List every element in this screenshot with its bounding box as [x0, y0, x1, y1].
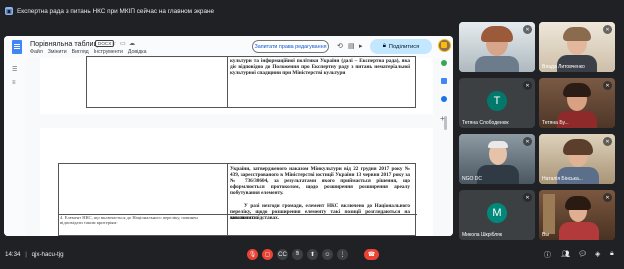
contacts-icon[interactable]	[441, 78, 447, 84]
menu-edit[interactable]: Змінити	[48, 49, 67, 55]
docs-menu-bar: Файл Змінити Вигляд Інструменти Довідка	[30, 49, 147, 55]
participant-name: Влада Литовченко	[542, 64, 585, 70]
banner-text: Експертна рада з питань НКС при МКІП сей…	[17, 7, 215, 15]
comments-icon[interactable]: ▤	[348, 42, 355, 50]
participant-name: Тетяна Слободенюк	[462, 120, 509, 126]
doc-text-left-row: 4. Елемент НКС, що включається до Націон…	[60, 215, 198, 226]
table-divider	[227, 164, 228, 235]
participant-name: Вы	[542, 232, 549, 238]
docs-logo-icon[interactable]	[12, 40, 22, 54]
doc-page-1: культури та інформаційної політики Украї…	[40, 56, 433, 114]
meeting-details-icon[interactable]: ⓘ	[544, 250, 551, 260]
participant-name: NGO DC	[462, 176, 482, 182]
meet-control-bar: 14:34 | qjx-hacu-tjg 🎙︎ ▢ CC ✋︎ ⬆ ☺ ⋮ ☎ …	[0, 241, 624, 269]
doc-title[interactable]: Порівняльна таблиця	[30, 39, 102, 48]
menu-file[interactable]: Файл	[30, 49, 43, 55]
mic-toggle-icon[interactable]: 🎙︎	[247, 249, 258, 260]
request-edit-access-button[interactable]: Запитати права редагування	[252, 40, 329, 53]
menu-help[interactable]: Довідка	[128, 49, 147, 55]
mic-muted-icon: ✕	[603, 81, 612, 90]
video-call-icon[interactable]: ▸	[359, 42, 363, 50]
mic-muted-icon: ✕	[523, 81, 532, 90]
doc-text-right-row: виключити.	[230, 215, 259, 221]
doc-text-top: культури та інформаційної політики Украї…	[230, 58, 410, 77]
activities-icon[interactable]: ◈	[595, 250, 600, 258]
raise-hand-icon[interactable]: ✋︎	[292, 249, 303, 260]
participant-name: Наталія Бінська...	[542, 176, 583, 182]
meeting-code[interactable]: qjx-hacu-tjg	[32, 251, 64, 258]
doc-canvas[interactable]: культури та інформаційної політики Украї…	[26, 56, 453, 236]
presenting-icon: ▣	[5, 7, 13, 15]
participant-hair	[481, 26, 513, 42]
mic-muted-icon: ✕	[523, 25, 532, 34]
camera-toggle-icon[interactable]: ▢	[262, 249, 273, 260]
leave-call-button[interactable]: ☎	[364, 249, 379, 260]
tasks-icon[interactable]	[441, 60, 447, 66]
mic-muted-icon: ✕	[603, 25, 612, 34]
table-divider	[227, 57, 228, 107]
chat-icon[interactable]: 💬︎	[578, 250, 587, 258]
participant-tile-3[interactable]: T ✕ Тетяна Слободенюк	[459, 78, 535, 128]
doc-text-mid: України, затвердженого наказом Мінкульту…	[230, 166, 410, 197]
history-icon[interactable]: ⟲	[337, 42, 343, 50]
docs-header: Порівняльна таблиця DOCX ☆ ▭ ☁ Файл Змін…	[4, 36, 453, 58]
more-options-icon[interactable]: ⋮	[337, 249, 348, 260]
shared-screen[interactable]: Порівняльна таблиця DOCX ☆ ▭ ☁ Файл Змін…	[4, 36, 453, 236]
outline-icon[interactable]: ☰	[12, 66, 17, 73]
add-addon-icon[interactable]: +	[440, 114, 445, 123]
participant-tile-2[interactable]: ✕ Влада Литовченко	[539, 22, 615, 72]
participant-name: Микола Шкрібляк	[462, 232, 503, 238]
docs-left-panel: ☰ ≡	[4, 58, 26, 236]
doc-page-2: України, затвердженого наказом Мінкульту…	[40, 128, 433, 236]
keep-icon[interactable]	[441, 42, 447, 48]
meeting-info: 14:34 | qjx-hacu-tjg	[5, 251, 64, 258]
people-icon[interactable]: 👥︎	[561, 250, 570, 258]
mic-muted-icon: ✕	[523, 193, 532, 202]
mic-muted-icon: ✕	[603, 137, 612, 146]
star-icon[interactable]: ☆	[111, 40, 116, 47]
mic-muted-icon: ✕	[603, 193, 612, 202]
participant-tile-7[interactable]: M ✕ Микола Шкрібляк	[459, 190, 535, 240]
meet-window: ▣ Експертна рада з питань НКС при МКІП с…	[0, 0, 624, 269]
host-controls-icon[interactable]: 🔒︎	[610, 250, 614, 258]
maps-icon[interactable]	[441, 96, 447, 102]
menu-tools[interactable]: Інструменти	[94, 49, 123, 55]
participant-tile-1[interactable]: ✕	[459, 22, 535, 72]
mic-muted-icon: ✕	[523, 137, 532, 146]
menu-lines-icon[interactable]: ≡	[12, 80, 16, 86]
share-label: Поділитися	[388, 43, 420, 50]
emoji-reaction-icon[interactable]: ☺	[322, 249, 333, 260]
captions-icon[interactable]: CC	[277, 249, 288, 260]
cloud-status-icon[interactable]: ☁	[129, 40, 135, 47]
lock-icon: 🔒︎	[382, 43, 386, 49]
participant-name: Тетяна Бу...	[542, 120, 569, 126]
menu-view[interactable]: Вигляд	[72, 49, 89, 55]
participant-tile-6[interactable]: ✕ Наталія Бінська...	[539, 134, 615, 184]
presentation-banner: ▣ Експертна рада з питань НКС при МКІП с…	[0, 4, 214, 18]
participant-tile-4[interactable]: ✕ Тетяна Бу...	[539, 78, 615, 128]
participant-tile-5[interactable]: ✕ NGO DC	[459, 134, 535, 184]
move-folder-icon[interactable]: ▭	[120, 40, 126, 47]
participant-tile-self[interactable]: ✕ Вы	[539, 190, 615, 240]
share-button[interactable]: 🔒︎ Поділитися	[370, 39, 432, 54]
participant-initial: T	[487, 90, 507, 111]
clock-time: 14:34	[5, 251, 21, 258]
participant-initial: M	[487, 202, 507, 223]
present-screen-icon[interactable]: ⬆	[307, 249, 318, 260]
